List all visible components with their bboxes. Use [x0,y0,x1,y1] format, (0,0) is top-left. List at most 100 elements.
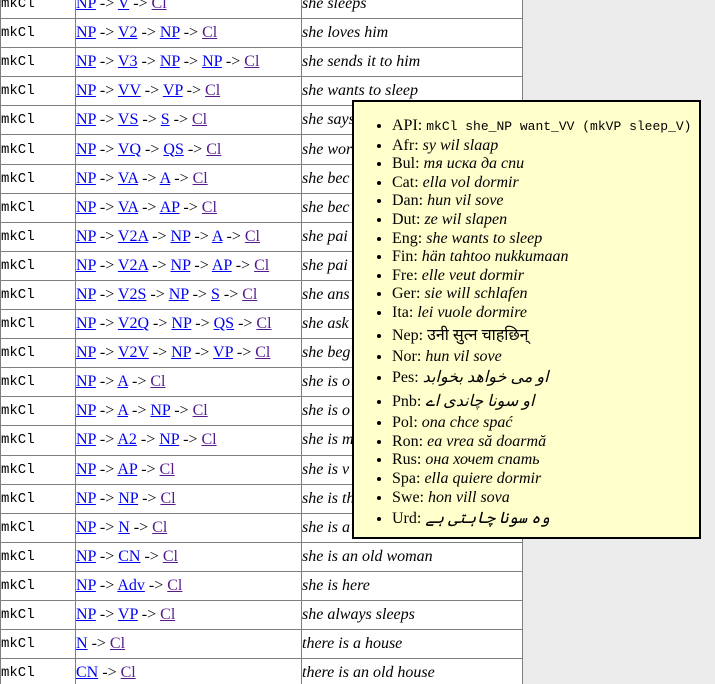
rule-link-cl[interactable]: Cl [205,82,220,99]
rule-link-qs[interactable]: QS [163,141,183,158]
rule-link-va[interactable]: VA [118,199,138,216]
rule-link-va[interactable]: VA [118,170,138,187]
rule-link-cl[interactable]: Cl [192,111,207,128]
rule-link-np[interactable]: NP [171,257,191,274]
rule-link-np[interactable]: NP [76,111,96,128]
rule-link-cl[interactable]: Cl [242,286,257,303]
rule-link-np[interactable]: NP [160,24,180,41]
example-cell[interactable]: she is an old woman [302,542,523,571]
rule-link-np[interactable]: NP [76,431,96,448]
rule-link-v[interactable]: V [118,0,129,12]
rule-link-np[interactable]: NP [171,344,191,361]
rule-link-np[interactable]: NP [169,286,189,303]
rule-link-np[interactable]: NP [159,431,179,448]
example-cell[interactable]: she loves him [302,19,523,48]
rule-link-s[interactable]: S [211,286,220,303]
rule-link-cl[interactable]: Cl [244,53,259,70]
rule-link-np[interactable]: NP [76,461,96,478]
rule-link-vp[interactable]: VP [163,82,183,99]
rule-link-cl[interactable]: Cl [193,402,208,419]
rule-arrow: -> [96,461,117,478]
rule-link-np[interactable]: NP [76,344,96,361]
rule-link-np[interactable]: NP [76,228,96,245]
rule-link-np[interactable]: NP [76,402,96,419]
rule-link-n[interactable]: N [118,519,130,536]
rule-link-cl[interactable]: Cl [121,664,136,681]
rule-link-np[interactable]: NP [76,548,96,565]
example-cell[interactable]: she sends it to him [302,48,523,77]
rule-link-np[interactable]: NP [76,141,96,158]
rule-link-ap[interactable]: AP [117,461,137,478]
rule-link-np[interactable]: NP [76,373,96,390]
example-cell[interactable]: she sleeps [302,0,523,19]
rule-link-np[interactable]: NP [118,490,138,507]
rule-link-n[interactable]: N [76,635,88,652]
example-cell[interactable]: there is an old house [302,659,523,684]
rule-link-np[interactable]: NP [76,53,96,70]
rule-link-ap[interactable]: AP [160,199,180,216]
rule-link-v3[interactable]: V3 [118,53,138,70]
rule-link-cl[interactable]: Cl [152,519,167,536]
example-cell[interactable]: she is here [302,571,523,600]
rule-link-cl[interactable]: Cl [254,257,269,274]
rule-link-cn[interactable]: CN [118,548,140,565]
rule-link-a[interactable]: A [160,170,171,187]
rule-link-np[interactable]: NP [76,577,96,594]
rule-link-np[interactable]: NP [76,519,96,536]
rule-link-np[interactable]: NP [160,53,180,70]
rule-link-np[interactable]: NP [76,24,96,41]
rule-link-adv[interactable]: Adv [117,577,145,594]
rule-link-cl[interactable]: Cl [167,577,182,594]
function-cell: mkCl [1,310,76,339]
example-cell[interactable]: she always sleeps [302,600,523,629]
rule-link-a[interactable]: A [117,373,128,390]
rule-link-vp[interactable]: VP [118,606,138,623]
rule-link-a[interactable]: A [212,228,223,245]
rule-link-ap[interactable]: AP [212,257,232,274]
rule-link-cl[interactable]: Cl [150,373,165,390]
rule-link-cl[interactable]: Cl [255,344,270,361]
rule-link-np[interactable]: NP [76,286,96,303]
rule-link-cl[interactable]: Cl [160,606,175,623]
rule-link-qs[interactable]: QS [214,315,234,332]
rule-link-cl[interactable]: Cl [110,635,125,652]
rule-link-a[interactable]: A [117,402,128,419]
rule-link-np[interactable]: NP [76,0,96,12]
rule-link-v2a[interactable]: V2A [118,257,148,274]
rule-link-v2[interactable]: V2 [118,24,138,41]
rule-link-cl[interactable]: Cl [160,461,175,478]
rule-link-np[interactable]: NP [76,82,96,99]
rule-link-cl[interactable]: Cl [160,490,175,507]
rule-link-cl[interactable]: Cl [202,199,217,216]
rule-link-np[interactable]: NP [76,257,96,274]
rule-link-np[interactable]: NP [76,315,96,332]
rule-link-np[interactable]: NP [76,170,96,187]
rule-link-cl[interactable]: Cl [256,315,271,332]
rule-link-v2v[interactable]: V2V [118,344,149,361]
rule-link-cl[interactable]: Cl [193,170,208,187]
rule-link-np[interactable]: NP [76,606,96,623]
rule-link-np[interactable]: NP [202,53,222,70]
rule-link-cn[interactable]: CN [76,664,98,681]
rule-link-np[interactable]: NP [171,228,191,245]
rule-link-np[interactable]: NP [171,315,191,332]
rule-link-v2q[interactable]: V2Q [118,315,149,332]
example-cell[interactable]: there is a house [302,630,523,659]
rule-link-np[interactable]: NP [76,199,96,216]
rule-link-cl[interactable]: Cl [201,431,216,448]
rule-link-cl[interactable]: Cl [206,141,221,158]
rule-link-v2a[interactable]: V2A [118,228,148,245]
rule-link-cl[interactable]: Cl [245,228,260,245]
rule-link-np[interactable]: NP [76,490,96,507]
rule-link-v2s[interactable]: V2S [118,286,146,303]
rule-link-vs[interactable]: VS [118,111,138,128]
rule-link-vq[interactable]: VQ [118,141,141,158]
rule-link-np[interactable]: NP [150,402,170,419]
rule-link-a2[interactable]: A2 [117,431,137,448]
rule-link-cl[interactable]: Cl [152,0,167,12]
rule-link-vp[interactable]: VP [213,344,233,361]
rule-link-cl[interactable]: Cl [202,24,217,41]
rule-link-cl[interactable]: Cl [163,548,178,565]
rule-link-vv[interactable]: VV [118,82,141,99]
rule-link-s[interactable]: S [161,111,170,128]
